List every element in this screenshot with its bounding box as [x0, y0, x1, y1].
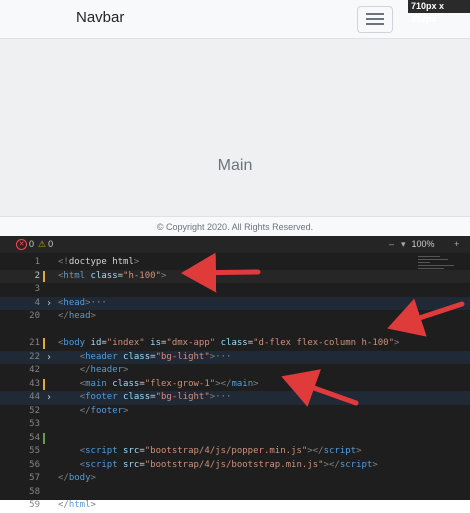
annotation-arrows [181, 252, 465, 407]
arrow-to-body-class [387, 298, 465, 337]
code-token: html [68, 500, 91, 510]
line-number: 59 [29, 500, 40, 510]
code-line[interactable]: 59 </html> [0, 499, 470, 513]
arrow-to-main-class [281, 369, 359, 407]
arrow-to-html-class [181, 252, 261, 293]
code-text: </html> [58, 499, 96, 513]
code-token: > [90, 500, 96, 510]
code-token: </ [58, 500, 69, 510]
